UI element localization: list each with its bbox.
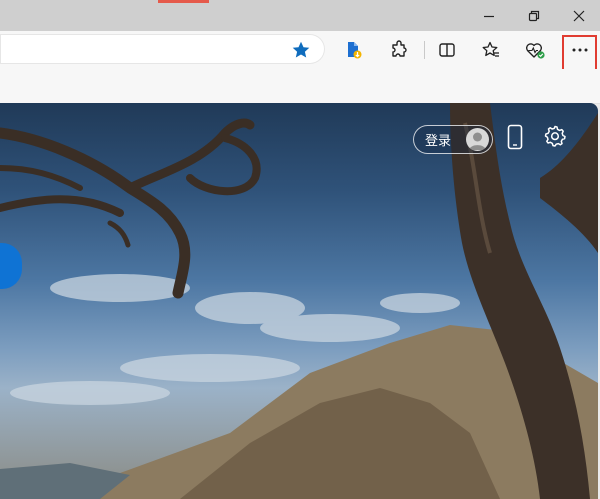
document-download-icon xyxy=(348,42,362,59)
phone-button[interactable] xyxy=(503,122,527,152)
extensions-button[interactable] xyxy=(384,36,414,64)
split-screen-icon xyxy=(439,43,455,57)
avatar xyxy=(466,128,489,151)
add-favorite-button[interactable] xyxy=(286,36,316,64)
favorites-icon xyxy=(482,41,499,57)
sign-in-button[interactable]: 登录 xyxy=(413,125,493,154)
close-button[interactable] xyxy=(556,0,600,31)
favorites-bar xyxy=(0,69,600,104)
browser-essentials-button[interactable] xyxy=(520,36,550,64)
split-screen-button[interactable] xyxy=(432,36,462,64)
toolbar-separator xyxy=(424,41,425,59)
new-tab-page: 登录 xyxy=(0,103,598,499)
star-filled-icon xyxy=(292,41,310,58)
minimize-button[interactable] xyxy=(466,0,512,31)
close-icon xyxy=(573,10,585,21)
background-landscape-image xyxy=(0,103,598,499)
address-bar[interactable] xyxy=(0,34,325,64)
favorites-button[interactable] xyxy=(476,36,506,64)
page-settings-button[interactable] xyxy=(542,122,568,150)
minimize-icon xyxy=(484,15,494,17)
restore-icon xyxy=(528,10,540,21)
title-bar xyxy=(0,0,600,31)
document-download-button[interactable] xyxy=(338,36,368,64)
restore-button[interactable] xyxy=(511,0,557,31)
active-tab-indicator xyxy=(158,0,209,3)
user-avatar-icon xyxy=(469,132,486,150)
gear-icon xyxy=(544,125,566,147)
phone-icon xyxy=(507,124,523,150)
sign-in-label: 登录 xyxy=(425,133,452,148)
extensions-icon xyxy=(392,40,407,57)
browser-essentials-icon xyxy=(525,43,545,59)
